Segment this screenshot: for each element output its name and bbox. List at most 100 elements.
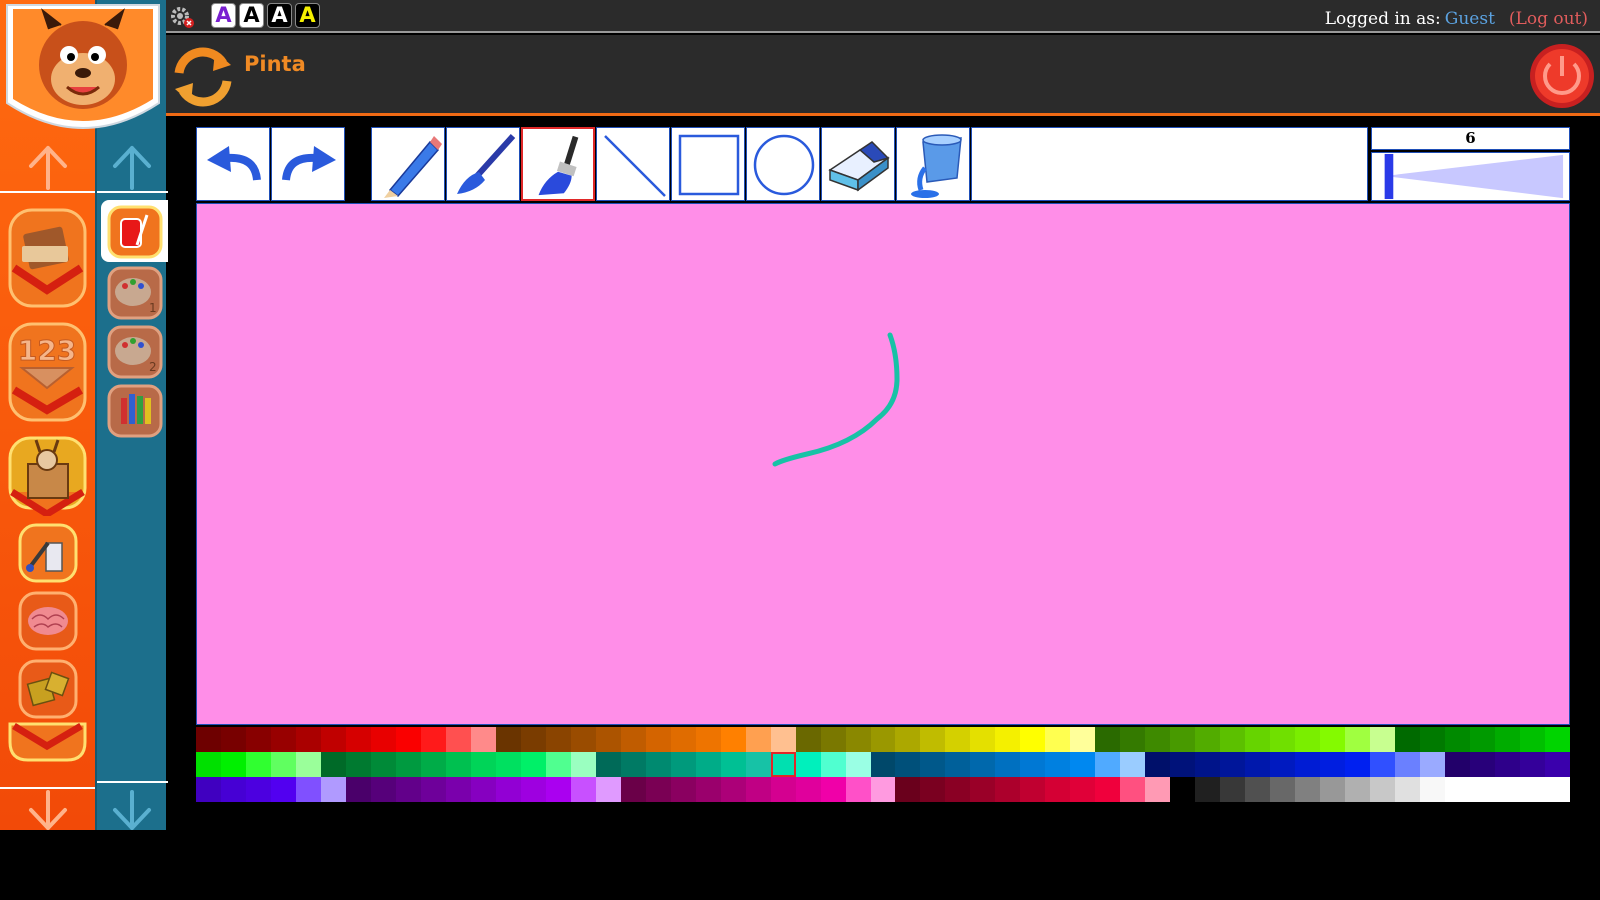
color-swatch[interactable] (720, 727, 746, 752)
color-swatch[interactable] (1145, 777, 1171, 802)
color-swatch[interactable] (370, 777, 396, 802)
color-swatch[interactable] (670, 727, 696, 752)
color-swatch[interactable] (1070, 727, 1096, 752)
color-swatch[interactable] (545, 752, 571, 777)
color-swatch[interactable] (1345, 777, 1371, 802)
color-swatch[interactable] (395, 752, 421, 777)
color-swatch[interactable] (1445, 752, 1471, 777)
mascot-logo[interactable] (3, 3, 163, 143)
color-swatch[interactable] (1095, 727, 1121, 752)
color-swatch[interactable] (1120, 777, 1146, 802)
category-paint-icon[interactable] (18, 523, 78, 583)
color-swatch[interactable] (495, 777, 521, 802)
color-swatch[interactable] (495, 727, 521, 752)
color-swatch[interactable] (895, 727, 921, 752)
color-swatch[interactable] (895, 752, 921, 777)
color-swatch[interactable] (1545, 777, 1570, 802)
color-swatch[interactable] (720, 752, 746, 777)
color-swatch[interactable] (1020, 752, 1046, 777)
color-swatch[interactable] (345, 777, 371, 802)
category-books-icon[interactable] (8, 208, 87, 308)
color-swatch[interactable] (570, 777, 596, 802)
color-swatch[interactable] (645, 727, 671, 752)
color-swatch[interactable] (420, 727, 446, 752)
color-swatch[interactable] (1045, 777, 1071, 802)
color-swatch[interactable] (370, 752, 396, 777)
color-swatch[interactable] (1270, 752, 1296, 777)
color-swatch[interactable] (445, 777, 471, 802)
color-swatch[interactable] (645, 777, 671, 802)
color-swatch[interactable] (520, 727, 546, 752)
color-swatch[interactable] (770, 727, 796, 752)
color-swatch[interactable] (270, 752, 296, 777)
color-swatch[interactable] (920, 777, 946, 802)
drawing-canvas[interactable] (196, 203, 1570, 725)
font-style-black-button[interactable]: A (239, 3, 264, 28)
color-swatch[interactable] (695, 777, 721, 802)
color-swatch[interactable] (1395, 727, 1421, 752)
color-swatch[interactable] (595, 752, 621, 777)
color-swatch[interactable] (495, 752, 521, 777)
color-swatch[interactable] (395, 727, 421, 752)
color-swatch[interactable] (670, 752, 696, 777)
color-swatch[interactable] (1395, 777, 1421, 802)
color-swatch[interactable] (245, 777, 271, 802)
color-swatch[interactable] (545, 727, 571, 752)
color-swatch[interactable] (1020, 777, 1046, 802)
color-swatch[interactable] (1470, 777, 1496, 802)
color-swatch[interactable] (1295, 752, 1321, 777)
color-swatch[interactable] (245, 752, 271, 777)
settings-gear-icon[interactable] (169, 5, 195, 29)
color-swatch[interactable] (845, 752, 871, 777)
color-swatch[interactable] (1070, 752, 1096, 777)
color-swatch[interactable] (820, 727, 846, 752)
font-style-white-button[interactable]: A (267, 3, 292, 28)
color-swatch[interactable] (1170, 727, 1196, 752)
color-swatch[interactable] (745, 752, 771, 777)
color-swatch[interactable] (295, 777, 321, 802)
color-swatch[interactable] (1170, 777, 1196, 802)
font-style-purple-button[interactable]: A (211, 3, 236, 28)
color-swatch[interactable] (220, 777, 246, 802)
rectangle-tool-button[interactable] (671, 127, 745, 201)
restart-refresh-icon[interactable] (169, 43, 237, 111)
color-swatch[interactable] (595, 777, 621, 802)
color-swatch[interactable] (795, 777, 821, 802)
color-swatch[interactable] (620, 727, 646, 752)
color-swatch[interactable] (1520, 727, 1546, 752)
color-swatch[interactable] (1220, 777, 1246, 802)
color-swatch[interactable] (995, 777, 1021, 802)
color-swatch[interactable] (870, 727, 896, 752)
color-swatch[interactable] (1120, 727, 1146, 752)
pinta-paint-icon[interactable] (107, 205, 163, 259)
color-swatch[interactable] (1095, 752, 1121, 777)
category-scroll-more-icon[interactable] (8, 722, 87, 762)
color-swatch[interactable] (1495, 727, 1521, 752)
color-swatch[interactable] (420, 752, 446, 777)
color-swatch[interactable] (1270, 777, 1296, 802)
color-swatch[interactable] (970, 727, 996, 752)
color-swatch[interactable] (970, 777, 996, 802)
color-swatch[interactable] (445, 752, 471, 777)
category-dice-icon[interactable] (18, 659, 78, 719)
color-swatch[interactable] (970, 752, 996, 777)
circle-tool-button[interactable] (746, 127, 820, 201)
color-swatch[interactable] (1095, 777, 1121, 802)
color-swatch[interactable] (1195, 777, 1221, 802)
color-swatch[interactable] (670, 777, 696, 802)
username-link[interactable]: Guest (1445, 9, 1495, 29)
color-swatch[interactable] (1420, 727, 1446, 752)
color-swatch[interactable] (845, 777, 871, 802)
color-swatch[interactable] (1045, 752, 1071, 777)
color-swatch[interactable] (795, 752, 821, 777)
power-quit-icon[interactable] (1528, 42, 1596, 110)
color-swatch[interactable] (370, 727, 396, 752)
color-swatch[interactable] (1345, 727, 1371, 752)
pencil-tool-button[interactable] (371, 127, 445, 201)
palette-1-icon[interactable]: 1 (107, 266, 163, 320)
color-swatch[interactable] (1420, 777, 1446, 802)
color-swatch[interactable] (1370, 777, 1396, 802)
color-swatch[interactable] (995, 727, 1021, 752)
color-swatch[interactable] (1470, 727, 1496, 752)
color-swatch[interactable] (920, 727, 946, 752)
